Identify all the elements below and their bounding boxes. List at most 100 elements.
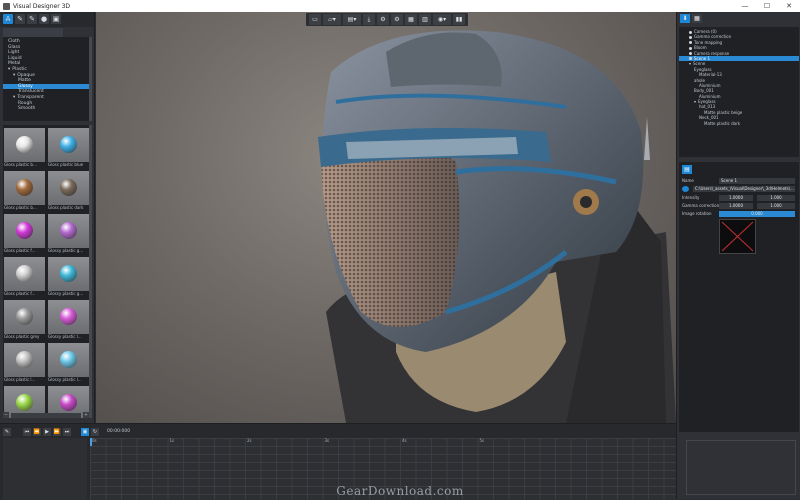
timeline-tick-label: 4s (402, 438, 407, 443)
library-tree-item-label: Opaque (17, 72, 35, 78)
texture-tool-icon[interactable]: ▣ (51, 14, 61, 24)
library-tree-scrollbar[interactable] (89, 37, 92, 121)
scene-tree-item[interactable]: Matte plastic dark (679, 121, 799, 126)
library-tree-item-label: Matte (18, 78, 31, 84)
scene-tree-item-label: Gamma correction (694, 34, 732, 40)
material-sphere (60, 179, 77, 196)
zoom-out-icon[interactable]: − (3, 412, 9, 418)
visibility-eye-icon[interactable] (689, 52, 692, 56)
image-rotation-slider[interactable]: 0.000 (719, 211, 795, 217)
timeline-ruler[interactable]: 0s 1s 2s 3s 4s 5s (90, 438, 676, 446)
scene-panel-tabs: ⬇ ▦ (677, 12, 800, 25)
timeline-tick-label: 0s (92, 438, 97, 443)
visibility-eye-icon[interactable] (689, 57, 692, 61)
timeline-playhead[interactable] (90, 438, 92, 446)
material-preview-image (4, 171, 45, 205)
image-button[interactable]: ▦ (405, 14, 417, 25)
library-search-input[interactable] (3, 28, 63, 37)
step-forward-button[interactable]: ⏩ (53, 427, 61, 436)
zoom-in-icon[interactable]: + (83, 412, 89, 418)
material-thumbnail[interactable]: Glossy plastic g... (48, 257, 89, 297)
material-grid-scrollbar[interactable] (89, 125, 92, 418)
material-thumbnail[interactable]: Gloss plastic dark (48, 171, 89, 211)
minimize-button[interactable]: — (734, 0, 756, 12)
material-thumbnail[interactable]: Gloss plastic f... (4, 257, 45, 297)
material-thumbnail[interactable]: Glossy plastic l... (48, 343, 89, 383)
3d-viewport[interactable]: ▭ ▱▾ ▤▾ ⤓ ⚙ ⚙ ▦ ▥ ◉▾ ▮▮ (96, 12, 676, 423)
material-thumbnail[interactable]: Gloss plastic l... (4, 343, 45, 383)
film-button[interactable]: ▥ (419, 14, 431, 25)
visibility-eye-icon[interactable] (689, 30, 692, 34)
library-tree-item-label: Metal (8, 61, 21, 67)
gamma-value-2[interactable]: 1.000 (757, 203, 795, 209)
material-preview-image (48, 171, 89, 205)
environment-preview-image[interactable] (719, 219, 756, 254)
material-sphere (60, 308, 77, 325)
viewport-toolbar: ▭ ▱▾ ▤▾ ⤓ ⚙ ⚙ ▦ ▥ ◉▾ ▮▮ (306, 13, 468, 26)
visibility-eye-icon[interactable] (689, 41, 692, 45)
material-label: Gloss plastic l... (4, 377, 36, 382)
record-button[interactable]: ▣ (81, 427, 89, 436)
scene-tree-item-label: Bloom (694, 45, 707, 51)
library-panel: A ✎ ✎ ● ▣ Cloth Glass Light Liquid Metal ▾ Pla… (0, 12, 95, 423)
visibility-eye-icon[interactable] (689, 46, 692, 50)
maximize-button[interactable]: ☐ (756, 0, 778, 12)
properties-tab-icon[interactable]: ▤ (682, 165, 692, 174)
visibility-eye-icon[interactable] (689, 35, 692, 39)
material-thumbnail[interactable]: Gloss plastic blue (48, 128, 89, 168)
library-tree-item[interactable]: Smooth (3, 106, 89, 112)
image-rotation-label: Image rotation (682, 211, 712, 216)
pen-tool-icon[interactable]: ✎ (27, 14, 37, 24)
material-thumbnail[interactable]: Glossy plastic g... (48, 214, 89, 254)
thumbnail-size-slider[interactable] (11, 413, 81, 418)
brush-tool-icon[interactable]: ✎ (15, 14, 25, 24)
new-scene-button[interactable]: ▭ (309, 14, 321, 25)
skip-end-button[interactable]: ⏭ (63, 427, 71, 436)
material-thumbnail[interactable]: Gloss plastic grey (4, 300, 45, 340)
expand-arrow-icon[interactable]: ▾ (8, 67, 10, 72)
keyframe-edit-button[interactable]: ✎ (3, 427, 11, 436)
intensity-value-2[interactable]: 1.000 (757, 195, 795, 201)
material-thumbnail[interactable]: Gloss plastic b... (4, 128, 45, 168)
expand-arrow-icon[interactable]: ▾ (694, 99, 696, 104)
play-button[interactable]: ▶ (43, 427, 51, 436)
library-tree-item-label: Transparent (17, 94, 44, 100)
import-button[interactable]: ⤓ (363, 14, 375, 25)
intensity-value-1[interactable]: 1.0000 (719, 195, 753, 201)
close-button[interactable]: ✕ (778, 0, 800, 12)
layout-button[interactable]: ▮▮ (453, 14, 465, 25)
scene-tree-item-label: Matte plastic beige (704, 109, 743, 115)
render-settings-button[interactable]: ⚙ (377, 14, 389, 25)
view-mode-menu-button[interactable]: ◉▾ (433, 14, 451, 25)
material-label: Gloss plastic f... (4, 248, 36, 253)
scene-tree-item-label: Aluminium (699, 93, 721, 99)
expand-arrow-icon[interactable]: ▾ (13, 95, 15, 100)
properties-panel: ▤ Name Scene 1 C:\Users\_assets_\Visual\… (679, 162, 799, 432)
scene-tab-icon[interactable]: ⬇ (680, 14, 690, 23)
save-menu-button[interactable]: ▤▾ (343, 14, 361, 25)
environment-path-field[interactable]: C:\Users\_assets_\Visual\Designer\_3d\He… (693, 186, 795, 192)
expand-arrow-icon[interactable]: ▾ (689, 61, 691, 66)
material-preview-image (4, 214, 45, 248)
material-preview-image (48, 257, 89, 291)
materials-tab-icon[interactable]: A (3, 14, 13, 24)
material-thumbnail[interactable]: Glossy plastic l... (48, 300, 89, 340)
layers-tab-icon[interactable]: ▦ (692, 14, 702, 23)
skip-start-button[interactable]: ⏮ (23, 427, 31, 436)
library-category-tree[interactable]: Cloth Glass Light Liquid Metal ▾ Plastic ▾ Opaqu… (3, 37, 89, 121)
name-field[interactable]: Scene 1 (719, 178, 795, 184)
scene-tree[interactable]: Camera (0) Gamma correction Tone mapping Bl… (679, 27, 799, 157)
open-menu-button[interactable]: ▱▾ (323, 14, 341, 25)
material-thumbnail[interactable]: Gloss plastic b... (4, 171, 45, 211)
material-sphere (16, 308, 33, 325)
expand-arrow-icon[interactable]: ▾ (13, 73, 15, 78)
settings-gear-button[interactable]: ⚙ (391, 14, 403, 25)
sphere-tool-icon[interactable]: ● (39, 14, 49, 24)
library-toolbar: A ✎ ✎ ● ▣ (0, 12, 94, 27)
material-preview-image (4, 257, 45, 291)
loop-button[interactable]: ↻ (91, 427, 99, 436)
step-back-button[interactable]: ⏪ (33, 427, 41, 436)
material-thumbnail[interactable]: Gloss plastic f... (4, 214, 45, 254)
material-preview-image (48, 300, 89, 334)
gamma-value-1[interactable]: 1.0000 (719, 203, 753, 209)
